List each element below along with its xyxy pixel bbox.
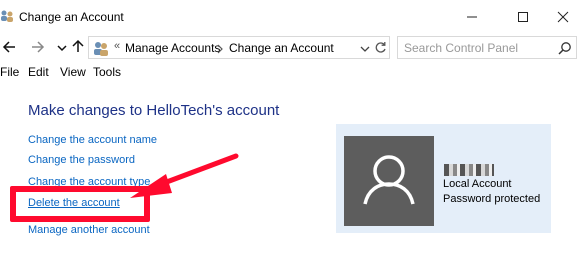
search-box[interactable]: Search Control Panel [397, 36, 577, 59]
minimize-icon [467, 16, 477, 18]
search-input[interactable]: Search Control Panel [404, 41, 518, 55]
chevron-right-icon[interactable] [216, 44, 224, 54]
breadcrumb-manage-accounts[interactable]: Manage Accounts [125, 41, 220, 55]
search-icon[interactable] [558, 41, 572, 55]
chevron-down-icon[interactable] [57, 43, 67, 53]
arrow-up-icon[interactable] [72, 39, 84, 53]
close-icon [557, 11, 569, 23]
menu-bar: File Edit View Tools [0, 62, 584, 82]
minimize-button[interactable] [449, 0, 495, 34]
menu-tools[interactable]: Tools [93, 65, 121, 79]
navigation-bar: « Manage Accounts Change an Account Sear… [0, 34, 584, 60]
avatar [344, 136, 434, 226]
menu-edit[interactable]: Edit [28, 65, 49, 79]
close-button[interactable] [540, 0, 584, 34]
account-type: Local Account [443, 178, 512, 190]
account-card: Local Account Password protected [336, 124, 551, 233]
forward-arrow-icon[interactable] [31, 40, 45, 54]
account-name-redacted [444, 164, 494, 176]
breadcrumb-change-account[interactable]: Change an Account [229, 41, 334, 55]
address-bar[interactable]: « Manage Accounts Change an Account [88, 36, 390, 59]
title-bar: Change an Account [0, 0, 584, 34]
maximize-icon [518, 12, 528, 22]
highlight-box [10, 186, 150, 222]
refresh-icon[interactable] [374, 41, 387, 54]
menu-file[interactable]: File [0, 65, 19, 79]
window-title: Change an Account [19, 10, 124, 24]
users-icon [94, 42, 108, 56]
account-status: Password protected [443, 193, 541, 205]
manage-another-account-link[interactable]: Manage another account [28, 224, 150, 236]
menu-view[interactable]: View [60, 65, 86, 79]
user-avatar-icon [363, 155, 415, 205]
change-password-link[interactable]: Change the password [28, 154, 135, 166]
change-name-link[interactable]: Change the account name [28, 134, 157, 146]
back-arrow-icon[interactable] [2, 40, 16, 54]
chevron-down-icon[interactable] [360, 44, 370, 54]
breadcrumb-overflow[interactable]: « [114, 40, 120, 52]
page-title: Make changes to HelloTech's account [28, 102, 280, 119]
users-icon [1, 10, 13, 22]
